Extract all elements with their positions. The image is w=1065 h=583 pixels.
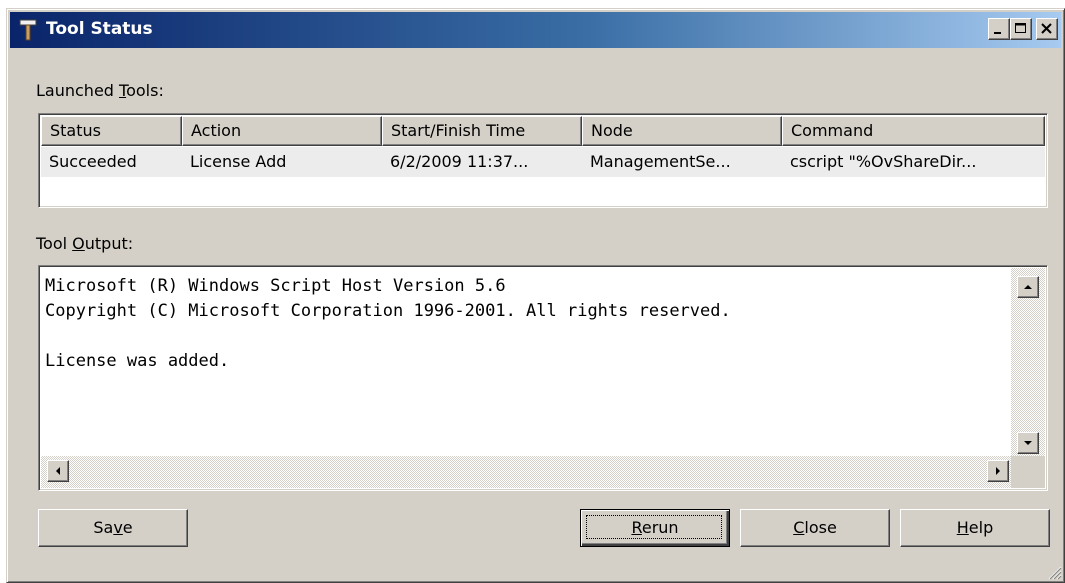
cell-time: 6/2/2009 11:37...	[390, 152, 529, 171]
column-header-command[interactable]: Command	[782, 116, 1045, 146]
tool-output-label-post: utput:	[84, 234, 134, 253]
arrow-down-icon	[1024, 441, 1032, 445]
cell-node: ManagementSe...	[590, 152, 731, 171]
arrow-left-icon	[56, 467, 60, 475]
cell-command: cscript "%OvShareDir...	[790, 152, 977, 171]
output-line: Copyright (C) Microsoft Corporation 1996…	[45, 301, 731, 321]
tool-output-area[interactable]: Microsoft (R) Windows Script Host Versio…	[38, 265, 1048, 491]
column-header-node[interactable]: Node	[582, 116, 782, 146]
list-header: Status Action Start/Finish Time Node Com…	[41, 116, 1045, 146]
column-header-action[interactable]: Action	[182, 116, 382, 146]
scroll-left-button[interactable]	[47, 460, 69, 482]
scroll-down-button[interactable]	[1017, 432, 1039, 454]
scroll-up-button[interactable]	[1017, 276, 1039, 298]
minimize-icon	[994, 32, 1001, 34]
launched-tools-label: Launched Tools:	[36, 81, 164, 100]
save-label-post: e	[122, 518, 133, 537]
close-window-button[interactable]	[1036, 18, 1058, 40]
resize-grip-icon[interactable]	[1046, 564, 1062, 580]
vertical-scrollbar[interactable]	[1011, 268, 1045, 456]
arrow-right-icon	[996, 467, 1000, 475]
save-button-label: Save	[93, 518, 132, 537]
close-button[interactable]: Close	[740, 509, 890, 547]
help-label-post: elp	[968, 518, 994, 537]
cell-status: Succeeded	[49, 152, 137, 171]
rerun-button[interactable]: Rerun	[580, 509, 730, 547]
column-header-status[interactable]: Status	[41, 116, 182, 146]
tool-output-label-pre: Tool	[36, 234, 73, 253]
help-button-label: Help	[957, 518, 993, 537]
table-row[interactable]: Succeeded License Add 6/2/2009 11:37... …	[41, 147, 1045, 177]
scroll-corner	[1011, 456, 1045, 488]
window-title: Tool Status	[46, 19, 153, 39]
output-line: Microsoft (R) Windows Script Host Versio…	[45, 276, 506, 296]
launched-tools-list[interactable]: Status Action Start/Finish Time Node Com…	[38, 113, 1048, 208]
launched-tools-label-post: ools:	[126, 81, 164, 100]
close-icon	[1041, 23, 1052, 34]
tool-status-window: Tool Status Launched Tools: Status Actio…	[6, 8, 1065, 583]
rerun-label-mnemonic: R	[631, 518, 642, 537]
horizontal-scrollbar[interactable]	[41, 456, 1011, 488]
close-label-post: lose	[804, 518, 837, 537]
save-button[interactable]: Save	[38, 509, 188, 547]
tool-output-label: Tool Output:	[36, 234, 133, 253]
arrow-up-icon	[1024, 285, 1032, 289]
maximize-icon	[1015, 23, 1026, 33]
minimize-button[interactable]	[988, 18, 1010, 40]
title-bar[interactable]: Tool Status	[10, 12, 1061, 48]
save-label-pre: Sa	[93, 518, 114, 537]
launched-tools-label-pre: Launched	[36, 81, 120, 100]
scroll-right-button[interactable]	[987, 460, 1009, 482]
rerun-label-post: erun	[641, 518, 679, 537]
column-header-time[interactable]: Start/Finish Time	[382, 116, 582, 146]
tool-output-label-mnemonic: O	[72, 234, 85, 253]
hammer-icon	[19, 19, 37, 41]
tool-output-text[interactable]: Microsoft (R) Windows Script Host Versio…	[45, 274, 1007, 454]
help-label-mnemonic: H	[956, 518, 969, 537]
rerun-button-label: Rerun	[631, 518, 678, 537]
maximize-button[interactable]	[1010, 18, 1032, 40]
save-label-mnemonic: v	[113, 518, 123, 537]
cell-action: License Add	[190, 152, 287, 171]
close-button-label: Close	[793, 518, 837, 537]
output-line: License was added.	[45, 351, 230, 371]
close-label-mnemonic: C	[793, 518, 805, 537]
help-button[interactable]: Help	[900, 509, 1050, 547]
